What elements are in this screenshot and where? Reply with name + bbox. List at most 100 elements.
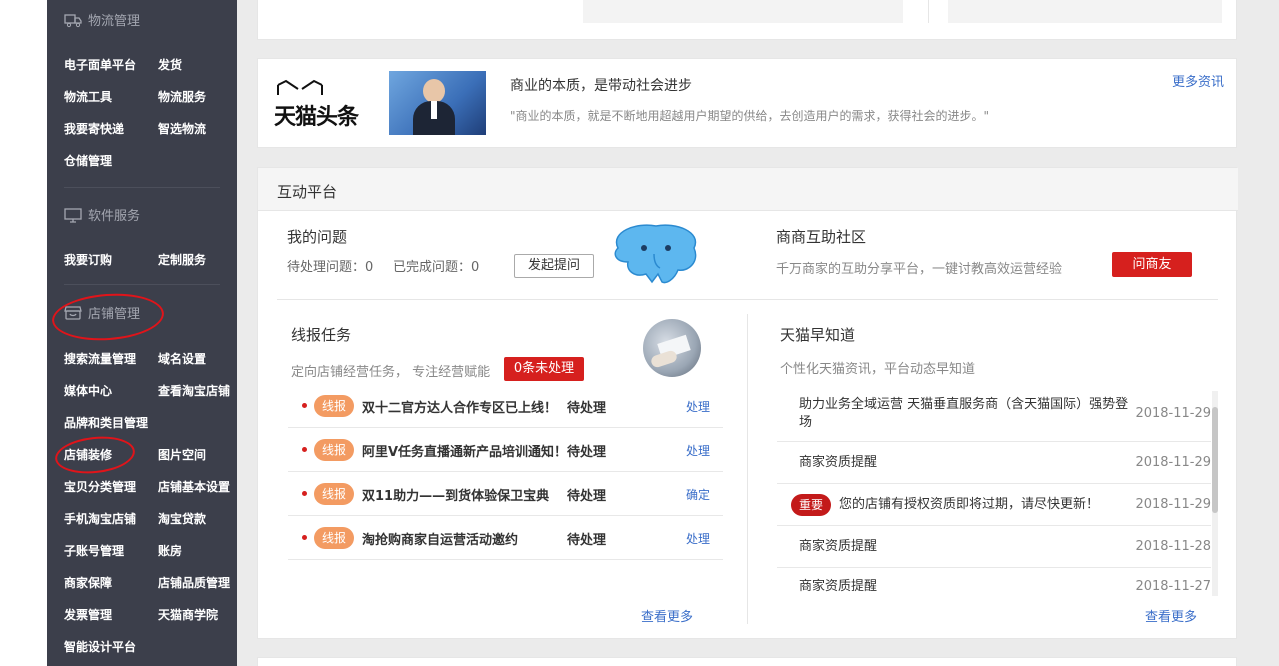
news-scrollbar[interactable] [1212, 391, 1218, 596]
task-action-link[interactable]: 确定 [686, 486, 710, 503]
sidebar-link[interactable]: 我要寄快递 [64, 120, 124, 137]
news-row[interactable]: 商家资质提醒 2018-11-28 [777, 526, 1211, 568]
task-action-link[interactable]: 处理 [686, 398, 710, 415]
platform-header: 互动平台 [258, 168, 1238, 211]
elephant-mascot-icon [608, 222, 704, 288]
task-status: 待处理 [567, 485, 606, 504]
task-row[interactable]: 线报 双11助力——到货体验保卫宝典 待处理 确定 [288, 472, 723, 516]
sidebar-section-shop[interactable]: 店铺管理 [64, 303, 140, 322]
unread-dot [302, 403, 307, 408]
placeholder-block [948, 0, 1222, 23]
task-action-link[interactable]: 处理 [686, 442, 710, 459]
news-row[interactable]: 商家资质提醒 2018-11-27 [777, 568, 1211, 598]
sidebar-link[interactable]: 发货 [158, 56, 182, 73]
divider [64, 187, 220, 188]
important-tag: 重要 [791, 494, 831, 516]
sidebar-link[interactable]: 智选物流 [158, 120, 206, 137]
tasks-view-more-link[interactable]: 查看更多 [641, 606, 693, 625]
sidebar-link[interactable]: 域名设置 [158, 350, 206, 367]
tmall-news-title: 天猫早知道 [780, 324, 855, 345]
news-row[interactable]: 重要 您的店铺有授权资质即将过期，请尽快更新！ 2018-11-29 [777, 484, 1211, 526]
sidebar-link[interactable]: 媒体中心 [64, 382, 112, 399]
sidebar-link[interactable]: 宝贝分类管理 [64, 478, 136, 495]
task-row[interactable]: 线报 淘抢购商家自运营活动邀约 待处理 处理 [288, 516, 723, 560]
sidebar: 物流管理 电子面单平台 发货 物流工具 物流服务 我要寄快递 智选物流 仓储管理… [47, 0, 237, 666]
divider [64, 284, 220, 285]
task-row[interactable]: 线报 阿里V任务直播通新产品培训通知！ 待处理 处理 [288, 428, 723, 472]
news-item-text[interactable]: 商家资质提醒 [799, 454, 877, 472]
news-card: 天猫头条 商业的本质，是带动社会进步 "商业的本质，就是不断地用超越用户期望的供… [257, 58, 1237, 148]
community-title: 商商互助社区 [776, 226, 866, 247]
sidebar-link[interactable]: 店铺基本设置 [158, 478, 230, 495]
bottom-card [257, 657, 1237, 666]
top-card [257, 0, 1237, 40]
task-title[interactable]: 双11助力——到货体验保卫宝典 [362, 485, 549, 504]
sidebar-link[interactable]: 子账号管理 [64, 542, 124, 559]
task-status: 待处理 [567, 441, 606, 460]
scrollbar-thumb[interactable] [1212, 407, 1218, 513]
news-item-text[interactable]: 助力业务全域运营 天猫垂直服务商（含天猫国际）强势登场 [799, 396, 1135, 432]
tmall-news-view-more-link[interactable]: 查看更多 [1145, 606, 1197, 625]
platform-card: 互动平台 我的问题 待处理问题：0 已完成问题：0 发起提问 商商互助社区 千万… [257, 167, 1237, 639]
more-news-link[interactable]: 更多资讯 [1172, 71, 1224, 90]
sidebar-link[interactable]: 天猫商学院 [158, 606, 218, 623]
sidebar-link[interactable]: 物流工具 [64, 88, 112, 105]
news-photo[interactable] [389, 71, 486, 135]
task-tag: 线报 [314, 527, 354, 549]
platform-title: 互动平台 [277, 181, 337, 202]
my-questions-title: 我的问题 [287, 226, 347, 247]
ask-question-button[interactable]: 发起提问 [514, 254, 594, 278]
sidebar-section-title: 物流管理 [88, 10, 140, 29]
news-row[interactable]: 助力业务全域运营 天猫垂直服务商（含天猫国际）强势登场 2018-11-29 [777, 388, 1211, 442]
sidebar-link[interactable]: 图片空间 [158, 446, 206, 463]
news-item-date: 2018-11-28 [1135, 539, 1211, 554]
sidebar-link[interactable]: 店铺品质管理 [158, 574, 230, 591]
task-title[interactable]: 淘抢购商家自运营活动邀约 [362, 529, 518, 548]
news-title[interactable]: 商业的本质，是带动社会进步 [510, 75, 692, 95]
sidebar-link[interactable]: 智能设计平台 [64, 638, 136, 655]
task-action-link[interactable]: 处理 [686, 530, 710, 547]
task-tag: 线报 [314, 395, 354, 417]
sidebar-section-logistics[interactable]: 物流管理 [64, 10, 140, 29]
news-item-text[interactable]: 商家资质提醒 [799, 538, 877, 556]
sidebar-link[interactable]: 电子面单平台 [64, 56, 136, 73]
sidebar-link[interactable]: 账房 [158, 542, 182, 559]
unread-dot [302, 491, 307, 496]
news-item-text[interactable]: 您的店铺有授权资质即将过期，请尽快更新！ [839, 496, 1099, 514]
left-gutter [0, 0, 47, 666]
unprocessed-count-badge[interactable]: 0条未处理 [504, 357, 584, 381]
task-row[interactable]: 线报 双十二官方达人合作专区已上线！ 待处理 处理 [288, 384, 723, 428]
sidebar-link[interactable]: 品牌和类目管理 [64, 414, 148, 431]
task-title[interactable]: 双十二官方达人合作专区已上线！ [362, 397, 557, 416]
sidebar-link[interactable]: 商家保障 [64, 574, 112, 591]
news-item-date: 2018-11-29 [1135, 455, 1211, 470]
sidebar-link[interactable]: 搜索流量管理 [64, 350, 136, 367]
news-item-date: 2018-11-29 [1135, 497, 1211, 512]
tasks-desc: 定向店铺经营任务， 专注经营赋能 [291, 361, 490, 380]
sidebar-link[interactable]: 我要订购 [64, 251, 112, 268]
task-title[interactable]: 阿里V任务直播通新产品培训通知！ [362, 441, 567, 460]
task-tag: 线报 [314, 439, 354, 461]
logo-text: 天猫头条 [274, 99, 358, 131]
sidebar-link[interactable]: 物流服务 [158, 88, 206, 105]
sidebar-link[interactable]: 手机淘宝店铺 [64, 510, 136, 527]
sidebar-link[interactable]: 查看淘宝店铺 [158, 382, 230, 399]
monitor-icon [64, 207, 82, 223]
divider [747, 314, 748, 624]
sidebar-link[interactable]: 发票管理 [64, 606, 112, 623]
sidebar-section-software[interactable]: 软件服务 [64, 205, 140, 224]
divider [928, 0, 929, 23]
news-item-text[interactable]: 商家资质提醒 [799, 578, 877, 596]
news-row[interactable]: 商家资质提醒 2018-11-29 [777, 442, 1211, 484]
sidebar-link[interactable]: 定制服务 [158, 251, 206, 268]
task-status: 待处理 [567, 529, 606, 548]
sidebar-link[interactable]: 店铺装修 [64, 446, 112, 463]
ask-peers-button[interactable]: 问商友 [1112, 252, 1192, 277]
task-status: 待处理 [567, 397, 606, 416]
sidebar-section-title: 店铺管理 [88, 303, 140, 322]
unread-dot [302, 535, 307, 540]
store-icon [64, 305, 82, 321]
sidebar-link[interactable]: 淘宝贷款 [158, 510, 206, 527]
sidebar-link[interactable]: 仓储管理 [64, 152, 112, 169]
truck-icon [64, 12, 82, 28]
